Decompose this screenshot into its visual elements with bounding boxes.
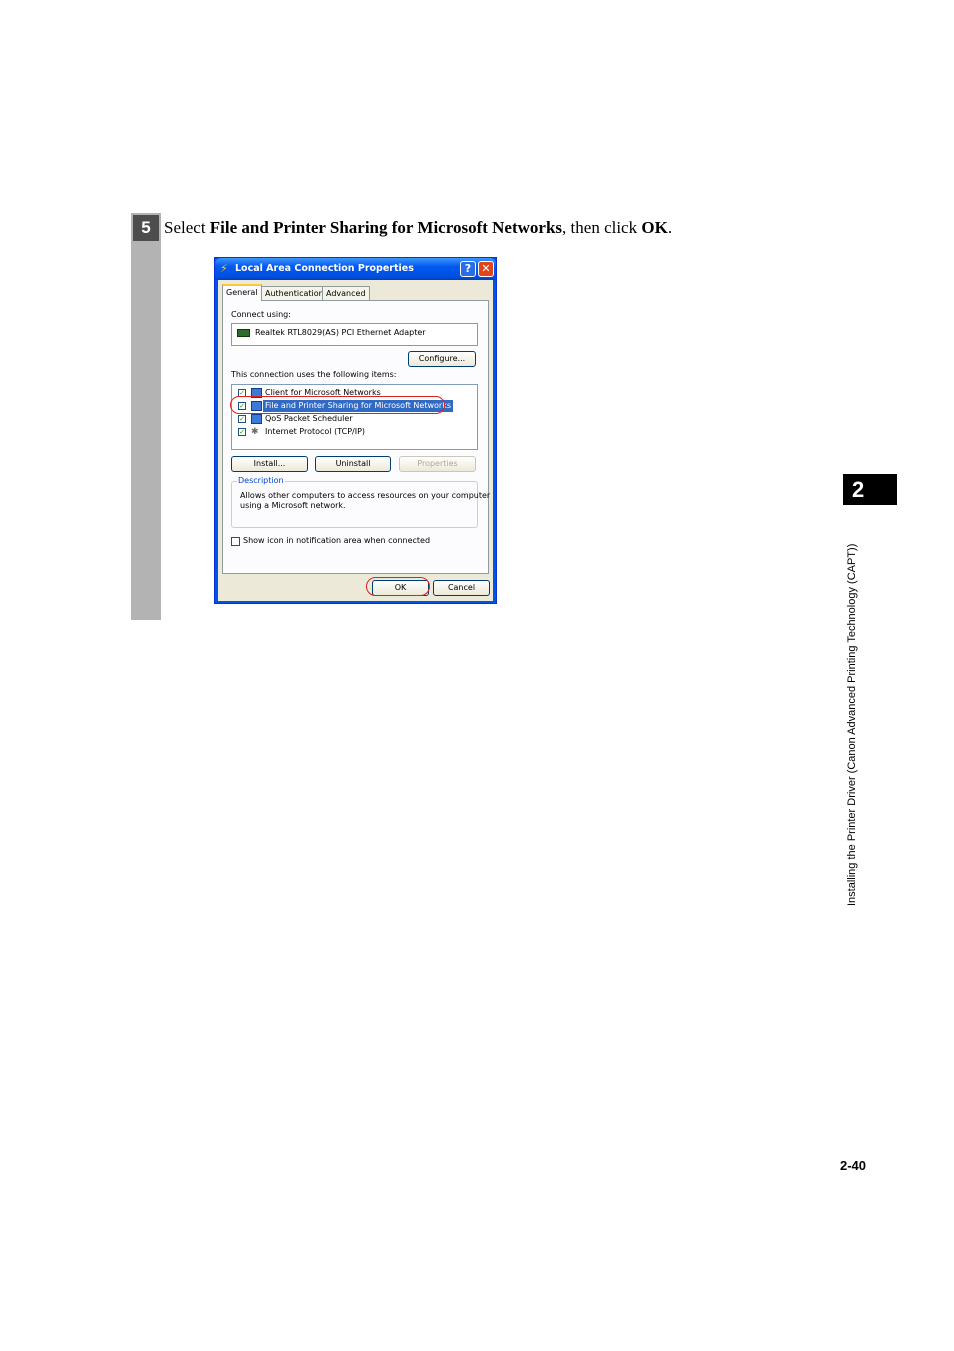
- page-number: 2-40: [840, 1158, 867, 1173]
- adapter-name: Realtek RTL8029(AS) PCI Ethernet Adapter: [255, 328, 426, 337]
- dialog-title: Local Area Connection Properties: [235, 263, 414, 274]
- components-list[interactable]: ✓ Client for Microsoft Networks ✓ File a…: [231, 384, 478, 450]
- description-text-line2: using a Microsoft network.: [240, 501, 346, 510]
- show-icon-label: Show icon in notification area when conn…: [243, 536, 431, 545]
- description-text-line1: Allows other computers to access resourc…: [240, 491, 491, 500]
- list-item[interactable]: ✓ QoS Packet Scheduler: [235, 413, 465, 426]
- network-adapter-icon: [237, 329, 250, 337]
- close-button[interactable]: ✕: [478, 261, 494, 277]
- tab-general[interactable]: General: [222, 284, 262, 301]
- chapter-side-title: Installing the Printer Driver (Canon Adv…: [846, 543, 858, 906]
- item-label: QoS Packet Scheduler: [265, 414, 353, 423]
- network-connection-icon: ⚡: [220, 262, 228, 275]
- checkbox-qos[interactable]: ✓: [238, 415, 246, 423]
- tab-advanced[interactable]: Advanced: [322, 286, 370, 300]
- local-area-connection-dialog: ⚡ Local Area Connection Properties ? ✕ G…: [214, 257, 497, 604]
- protocol-icon: ✱: [251, 427, 259, 437]
- configure-button[interactable]: Configure...: [408, 351, 476, 367]
- general-tab-panel: Connect using: Realtek RTL8029(AS) PCI E…: [222, 300, 490, 574]
- help-button[interactable]: ?: [460, 261, 476, 277]
- description-groupbox: Description Allows other computers to ac…: [231, 476, 490, 528]
- step-text-mid: , then click: [562, 218, 642, 237]
- step-text-pre: Select: [164, 218, 210, 237]
- highlight-ok-button: [366, 577, 430, 596]
- step-bar: [131, 213, 161, 620]
- dialog-client-area: General Authentication Advanced Connect …: [218, 280, 493, 601]
- connect-using-label: Connect using:: [231, 310, 291, 319]
- step-number: 5: [133, 215, 159, 241]
- show-icon-checkbox[interactable]: [231, 537, 240, 546]
- adapter-field: Realtek RTL8029(AS) PCI Ethernet Adapter: [231, 323, 478, 346]
- properties-button[interactable]: Properties: [399, 456, 476, 472]
- list-item[interactable]: ✓ ✱ Internet Protocol (TCP/IP): [235, 426, 465, 439]
- install-button[interactable]: Install...: [231, 456, 308, 472]
- step-text-post: .: [667, 218, 673, 237]
- cancel-button[interactable]: Cancel: [433, 580, 490, 596]
- item-label: Internet Protocol (TCP/IP): [265, 427, 366, 436]
- uninstall-button[interactable]: Uninstall: [315, 456, 391, 472]
- step-text-bold-target: File and Printer Sharing for Microsoft N…: [209, 218, 563, 237]
- items-label: This connection uses the following items…: [231, 370, 397, 379]
- qos-icon: [251, 414, 262, 424]
- checkbox-tcpip[interactable]: ✓: [238, 428, 246, 436]
- highlight-file-printer-sharing: [230, 396, 445, 414]
- chapter-tab: 2: [843, 474, 897, 505]
- tab-authentication[interactable]: Authentication: [261, 286, 328, 300]
- description-title: Description: [237, 476, 285, 485]
- step-text-bold-ok: OK: [641, 218, 668, 237]
- dialog-titlebar[interactable]: ⚡ Local Area Connection Properties ? ✕: [215, 258, 496, 280]
- step-instruction: Select File and Printer Sharing for Micr…: [164, 218, 672, 238]
